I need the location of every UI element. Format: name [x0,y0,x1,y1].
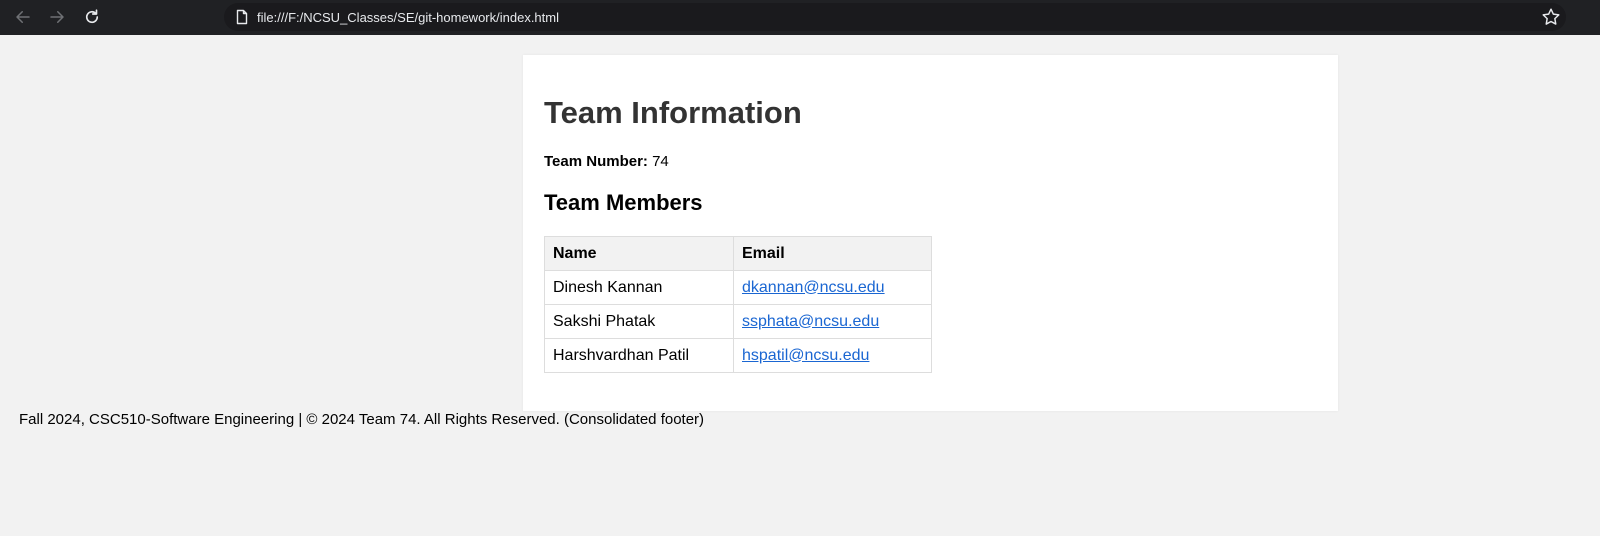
team-number-label: Team Number: [544,153,648,170]
table-row: Dinesh Kannan dkannan@ncsu.edu [544,270,932,305]
team-number-value: 74 [652,153,669,170]
arrow-right-icon [50,11,64,23]
member-email-cell: hspatil@ncsu.edu [733,338,932,373]
page-footer: Fall 2024, CSC510-Software Engineering |… [19,411,705,428]
arrow-left-icon [16,11,30,23]
member-email-link[interactable]: hspatil@ncsu.edu [742,347,869,364]
reload-icon [85,9,99,24]
member-name: Harshvardhan Patil [544,338,734,373]
page-title: Team Information [544,95,802,130]
member-name: Dinesh Kannan [544,270,734,305]
reload-button[interactable] [80,5,104,29]
name-column-header: Name [544,236,734,271]
table-header-row: Name Email [544,236,932,271]
team-members-heading: Team Members [544,190,703,215]
url-text[interactable]: file:///F:/NCSU_Classes/SE/git-homework/… [257,10,559,25]
members-table: Name Email Dinesh Kannan dkannan@ncsu.ed… [544,236,932,373]
browser-toolbar: file:///F:/NCSU_Classes/SE/git-homework/… [0,0,1600,35]
member-email-cell: ssphata@ncsu.edu [733,304,932,339]
team-number: Team Number: 74 [544,153,669,170]
star-icon[interactable] [1540,6,1562,28]
email-column-header: Email [733,236,932,271]
team-info-card: Team Information Team Number: 74 Team Me… [523,55,1338,411]
table-row: Sakshi Phatak ssphata@ncsu.edu [544,304,932,339]
forward-button[interactable] [45,5,69,29]
address-bar[interactable]: file:///F:/NCSU_Classes/SE/git-homework/… [224,3,1566,31]
member-email-link[interactable]: dkannan@ncsu.edu [742,279,885,296]
page-icon [236,9,248,25]
member-email-cell: dkannan@ncsu.edu [733,270,932,305]
member-email-link[interactable]: ssphata@ncsu.edu [742,313,879,330]
member-name: Sakshi Phatak [544,304,734,339]
table-row: Harshvardhan Patil hspatil@ncsu.edu [544,338,932,373]
back-button[interactable] [11,5,35,29]
